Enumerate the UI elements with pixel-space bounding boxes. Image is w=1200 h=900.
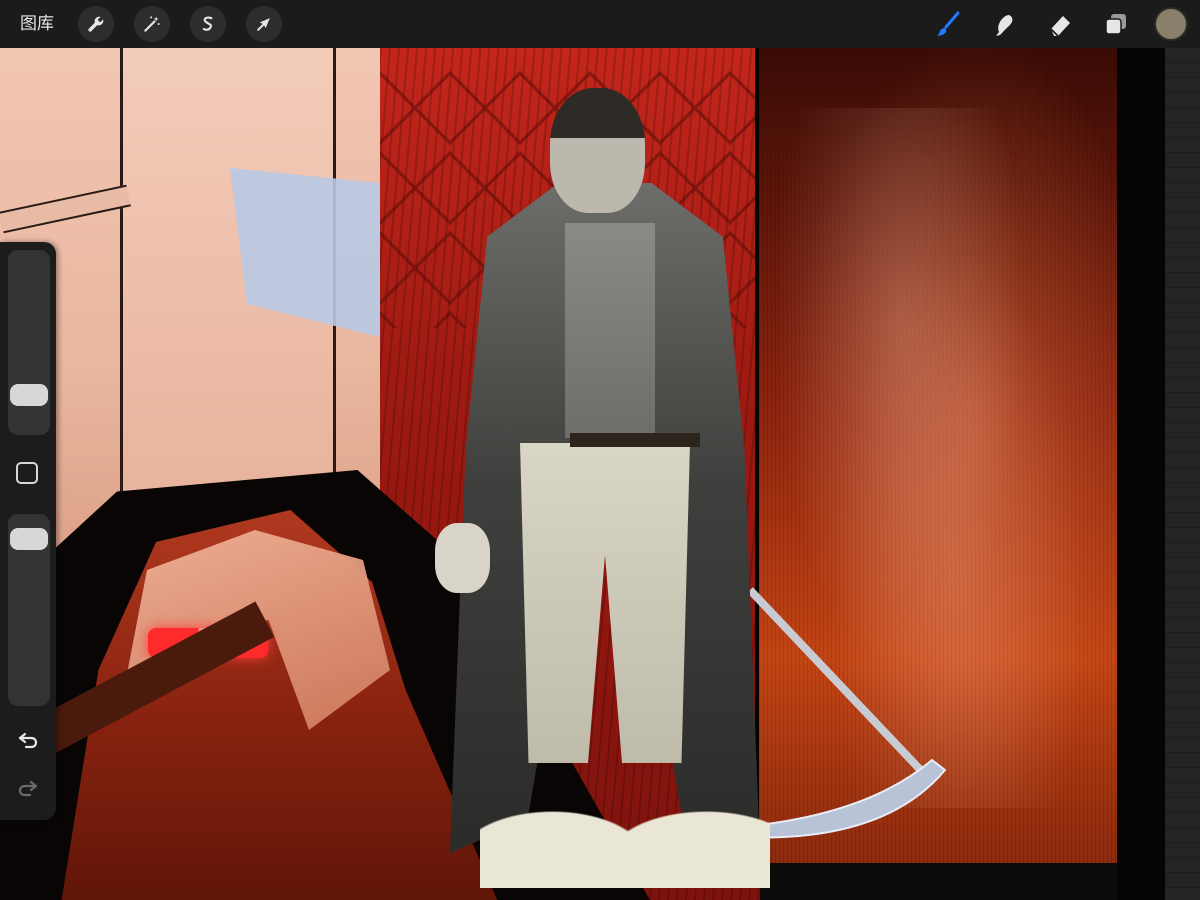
brush-size-slider[interactable]	[8, 250, 50, 435]
brush-tool-button[interactable]	[920, 0, 976, 48]
brush-opacity-thumb[interactable]	[10, 527, 48, 550]
brush-opacity-slider[interactable]	[8, 514, 50, 706]
redo-button[interactable]	[14, 774, 42, 802]
selection-s-icon	[202, 16, 213, 31]
artwork-main-figure	[430, 88, 820, 890]
layers-button[interactable]	[1088, 0, 1144, 48]
undo-icon	[18, 732, 38, 749]
brush-size-thumb[interactable]	[10, 383, 48, 406]
modify-button[interactable]	[16, 462, 38, 484]
artwork-figure-shirt	[565, 223, 655, 438]
drawing-canvas[interactable]	[0, 0, 1200, 900]
left-sidebar	[0, 242, 56, 820]
canvas-edge-strip	[1165, 48, 1200, 900]
artwork-boots	[480, 748, 770, 888]
color-picker-button[interactable]	[1154, 7, 1188, 41]
smudge-tool-button[interactable]	[976, 0, 1032, 48]
artwork-fist	[435, 523, 490, 593]
selection-button[interactable]	[190, 6, 226, 42]
artwork-belt	[570, 433, 700, 447]
brush-icon	[937, 11, 960, 36]
artwork-strap	[0, 184, 131, 234]
layers-icon	[1105, 14, 1126, 35]
adjustments-button[interactable]	[134, 6, 170, 42]
procreate-app: 图库	[0, 0, 1200, 900]
gallery-button[interactable]: 图库	[0, 0, 68, 48]
arrow-cursor-icon	[257, 18, 270, 31]
redo-icon	[18, 780, 38, 797]
eraser-tool-button[interactable]	[1032, 0, 1088, 48]
undo-button[interactable]	[14, 726, 42, 754]
artwork-head	[550, 88, 645, 213]
eraser-icon	[1050, 16, 1070, 37]
magic-wand-icon	[144, 16, 160, 32]
wrench-icon	[88, 16, 104, 32]
transform-button[interactable]	[246, 6, 282, 42]
artwork-pants	[520, 443, 690, 763]
actions-button[interactable]	[78, 6, 114, 42]
smudge-icon	[996, 15, 1013, 36]
top-toolbar: 图库	[0, 0, 1200, 48]
